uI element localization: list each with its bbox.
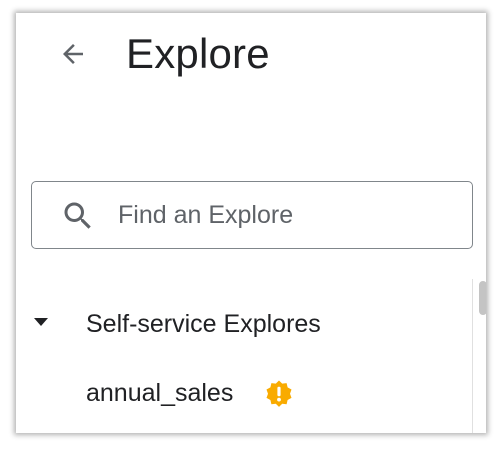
arrow-back-icon bbox=[63, 44, 83, 64]
back-button[interactable] bbox=[54, 35, 92, 73]
page-title: Explore bbox=[126, 30, 270, 77]
scrollbar-track bbox=[472, 279, 473, 433]
search-field[interactable] bbox=[31, 181, 473, 249]
warning-icon bbox=[266, 380, 292, 407]
list-item-label: annual_sales bbox=[86, 379, 234, 407]
scrollbar-thumb[interactable] bbox=[479, 281, 486, 315]
explore-list: Self-service Explores annual_sales bbox=[16, 275, 486, 433]
search-input[interactable] bbox=[118, 196, 458, 234]
search-icon bbox=[64, 202, 91, 229]
screenshot-stage: Explore Self-service Explores annual_sal… bbox=[0, 0, 504, 450]
caret-down-icon bbox=[34, 318, 48, 326]
group-label: Self-service Explores bbox=[86, 310, 321, 338]
explore-panel: Explore Self-service Explores annual_sal… bbox=[16, 13, 486, 433]
group-header-self-service[interactable]: Self-service Explores bbox=[16, 305, 466, 343]
list-item-annual-sales[interactable]: annual_sales bbox=[16, 375, 466, 415]
panel-header: Explore bbox=[16, 13, 486, 103]
